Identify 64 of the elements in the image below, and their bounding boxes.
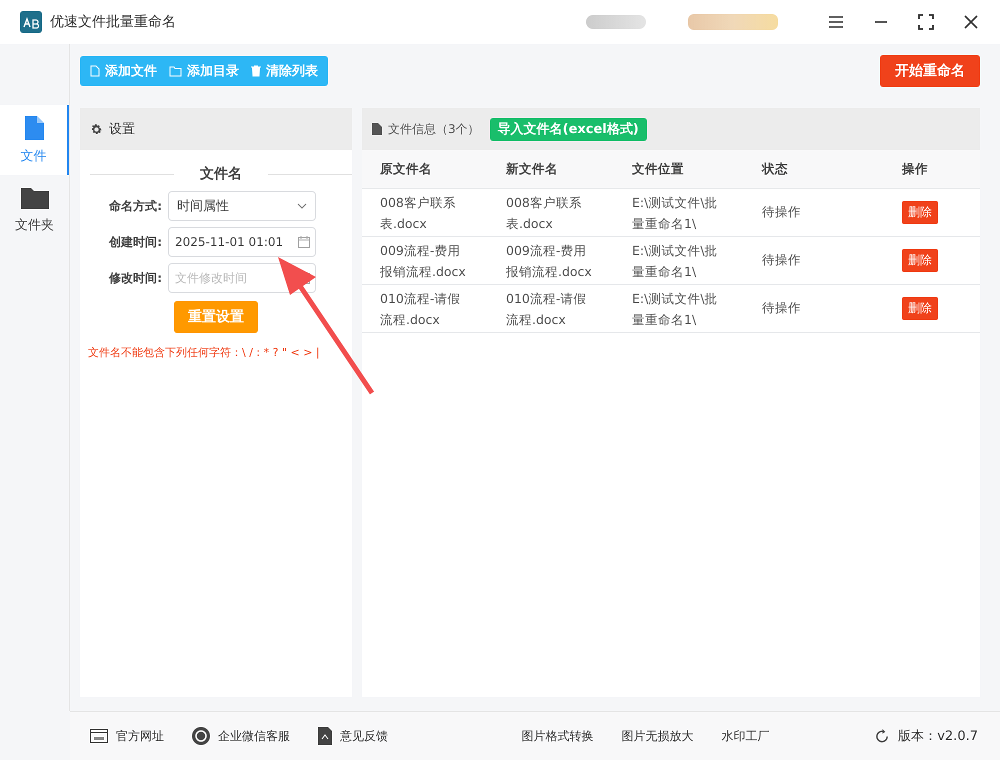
folder-icon: [20, 186, 50, 210]
toolbar-button[interactable]: 添加目录: [163, 56, 245, 86]
sidebar-item[interactable]: 文件夹: [0, 175, 69, 245]
delete-button[interactable]: 删除: [902, 249, 938, 272]
version-text: 版本：v2.0.7: [898, 728, 978, 745]
footer-link[interactable]: 企业微信客服: [192, 727, 290, 745]
field-label: 命名方式:: [108, 198, 162, 214]
calendar-icon: [298, 236, 310, 248]
naming-mode-dropdown[interactable]: 时间属性: [168, 191, 316, 221]
blurred-account-info: [586, 15, 646, 29]
reset-settings-button[interactable]: 重置设置: [174, 301, 258, 333]
table-cell-text: 008客户联系表.docx: [506, 194, 583, 232]
app-logo-icon: [20, 11, 42, 33]
document-icon: [22, 115, 44, 141]
import-filenames-button[interactable]: 导入文件名(excel格式): [490, 118, 647, 140]
delete-button[interactable]: 删除: [902, 201, 938, 224]
column-header: 原文件名: [380, 160, 432, 176]
warning-text: 文件名不能包含下列任何字符：\ / : * ? " < > |: [87, 345, 321, 360]
table-cell-text: 009流程-费用报销流程.docx: [506, 242, 593, 280]
column-header: 文件位置: [632, 160, 684, 176]
window-title: 优速文件批量重命名: [50, 13, 176, 31]
column-header: 新文件名: [506, 160, 558, 176]
column-header: 状态: [762, 160, 788, 176]
status-text: 待操作: [762, 204, 801, 219]
date-field[interactable]: 2025-11-01 01:01: [168, 227, 316, 257]
table-cell-text: 010流程-请假流程.docx: [380, 290, 462, 328]
toolbar-button[interactable]: 清除列表: [245, 56, 324, 86]
field-label: 修改时间:: [108, 270, 162, 286]
status-text: 待操作: [762, 300, 801, 315]
file-icon: [372, 123, 382, 135]
document-icon: [90, 65, 100, 77]
footer-link[interactable]: 图片无损放大: [622, 728, 694, 744]
table-cell-text: 010流程-请假流程.docx: [506, 290, 588, 328]
document-icon: [318, 727, 332, 745]
table-cell-text: 008客户联系表.docx: [380, 194, 457, 232]
footer-link[interactable]: 水印工厂: [722, 728, 770, 744]
menu-icon[interactable]: [828, 15, 844, 29]
table-cell-text: E:\测试文件\批量重命名1\: [632, 242, 719, 280]
start-rename-button[interactable]: 开始重命名: [880, 55, 980, 87]
table-cell-text: 009流程-费用报销流程.docx: [380, 242, 467, 280]
panel-title: 设置: [109, 121, 135, 138]
web-page-icon: [90, 729, 108, 743]
field-label: 创建时间:: [108, 234, 162, 250]
column-header: 操作: [902, 160, 928, 176]
footer-link[interactable]: 图片格式转换: [522, 728, 594, 744]
chevron-down-icon: [297, 203, 307, 209]
table-cell-text: E:\测试文件\批量重命名1\: [632, 290, 719, 328]
trash-icon: [251, 65, 261, 77]
minimize-icon[interactable]: [874, 20, 888, 24]
panel-title: 文件信息（3个）: [388, 120, 480, 138]
gear-icon: [90, 122, 103, 136]
section-title: 文件名: [199, 165, 243, 183]
footer-link[interactable]: 官方网址: [90, 728, 164, 744]
delete-button[interactable]: 删除: [902, 297, 938, 320]
close-icon[interactable]: [964, 15, 978, 29]
sidebar-item[interactable]: 文件: [0, 105, 69, 175]
toolbar-button[interactable]: 添加文件: [84, 56, 163, 86]
status-text: 待操作: [762, 252, 801, 267]
chat-icon: [192, 727, 210, 745]
folder-icon: [169, 66, 182, 76]
footer-link[interactable]: 意见反馈: [318, 727, 388, 745]
table-cell-text: E:\测试文件\批量重命名1\: [632, 194, 719, 232]
maximize-icon[interactable]: [918, 14, 934, 30]
refresh-icon[interactable]: [875, 728, 890, 744]
